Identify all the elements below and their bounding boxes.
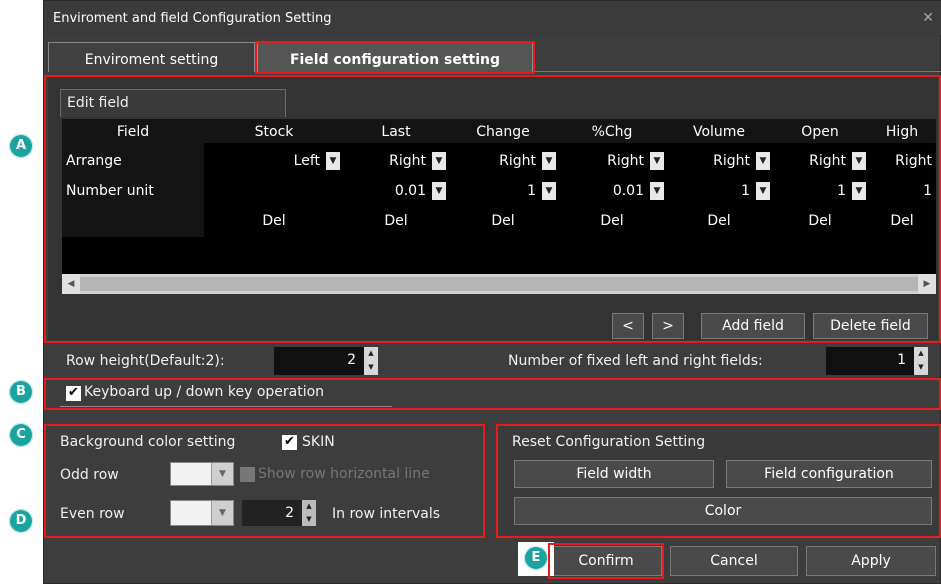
stepper-arrows-icon[interactable]: ▲ ▼ [364, 347, 378, 375]
marker-a: A [9, 134, 33, 158]
marker-d: D [9, 509, 33, 533]
highlight-reset [496, 424, 941, 538]
marker-c: C [9, 423, 33, 447]
cancel-button[interactable]: Cancel [670, 546, 798, 576]
highlight-e [548, 543, 664, 579]
fixed-fields-stepper[interactable]: 1 ▲ ▼ [826, 347, 928, 375]
title-bar: Enviroment and field Configuration Setti… [44, 1, 941, 35]
apply-button[interactable]: Apply [806, 546, 936, 576]
row-height-value: 2 [347, 352, 356, 368]
highlight-c-d [44, 424, 485, 538]
stepper-arrows-icon[interactable]: ▲ ▼ [914, 347, 928, 375]
marker-b: B [9, 380, 33, 404]
window-title: Enviroment and field Configuration Setti… [53, 11, 332, 26]
fixed-fields-value: 1 [897, 352, 906, 368]
highlight-tab [255, 41, 535, 74]
tab-label: Enviroment setting [84, 52, 219, 68]
marker-e: E [524, 546, 548, 570]
fixed-fields-label: Number of fixed left and right fields: [508, 353, 763, 369]
tab-divider [533, 71, 941, 72]
highlight-b [44, 378, 941, 410]
row-height-stepper[interactable]: 2 ▲ ▼ [274, 347, 378, 375]
tab-enviroment-setting[interactable]: Enviroment setting [48, 42, 255, 72]
close-icon[interactable]: ✕ [922, 10, 934, 26]
highlight-a [44, 75, 941, 343]
row-height-label: Row height(Default:2): [66, 353, 225, 369]
